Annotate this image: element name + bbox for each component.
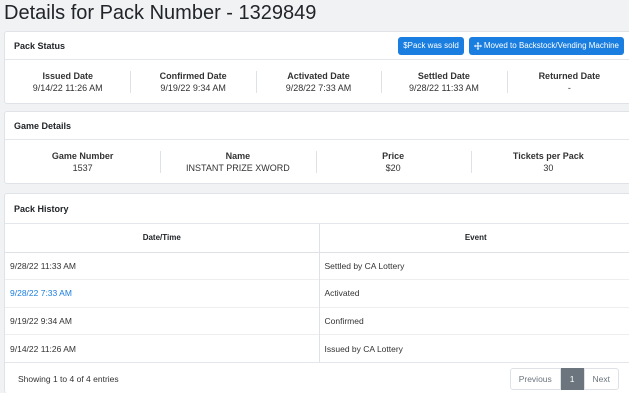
pack-status-card: Pack Status $Pack was sold Moved to Back… [4,31,629,104]
game-details-stats: Game Number 1537 Name INSTANT PRIZE XWOR… [5,140,629,184]
stat-label: Tickets per Pack [512,151,584,161]
pagination: Previous 1 Next [509,367,619,390]
column-header-event[interactable]: Event [318,224,629,253]
row-event: Confirmed [318,306,629,335]
table-row: 9/28/22 7:33 AM Activated [5,279,629,307]
stat-value: 1537 [72,163,93,173]
pack-sold-button[interactable]: $Pack was sold [398,36,464,55]
stat-value: 9/19/22 9:34 AM [160,83,226,93]
pack-history-table: Date/Time Event 9/28/22 11:33 AM Settled… [5,224,629,362]
stat-activated-date: Activated Date 9/28/22 7:33 AM [255,70,381,94]
pagination-page-1[interactable]: 1 [560,367,584,390]
stat-label: Issued Date [42,71,93,81]
move-to-backstock-button[interactable]: Moved to Backstock/Vending Machine [468,36,624,55]
stat-value: 30 [543,163,554,173]
stat-label: Returned Date [538,71,601,81]
stat-value: 9/14/22 11:26 AM [32,83,103,93]
stat-label: Activated Date [287,71,350,81]
table-header-row: Date/Time Event [5,224,629,253]
stat-returned-date: Returned Date - [506,70,629,94]
row-event: Activated [318,279,629,307]
stat-value: 9/28/22 7:33 AM [285,83,352,93]
pagination-next[interactable]: Next [583,367,619,390]
row-datetime: 9/28/22 11:33 AM [5,251,319,280]
table-row: 9/28/22 11:33 AM Settled by CA Lottery [5,251,629,280]
pack-status-stats: Issued Date 9/14/22 11:26 AM Confirmed D… [5,60,629,104]
stat-label: Game Number [51,151,114,161]
stat-label: Name [225,151,251,161]
arrows-move-icon [473,41,482,50]
row-datetime: 9/19/22 9:34 AM [5,306,319,335]
move-button-label: Moved to Backstock/Vending Machine [483,41,619,50]
pagination-previous[interactable]: Previous [509,367,561,390]
stat-tickets-per-pack: Tickets per Pack 30 [470,150,626,174]
table-footer: Showing 1 to 4 of 4 entries Previous 1 N… [5,362,629,393]
row-datetime-link[interactable]: 9/28/22 7:33 AM [5,279,319,307]
stat-value: 9/28/22 11:33 AM [408,83,479,93]
column-header-datetime[interactable]: Date/Time [5,224,319,253]
game-details-card: Game Details Game Number 1537 Name INSTA… [4,111,629,184]
game-details-header: Game Details [5,112,629,140]
pack-history-header: Pack History [5,194,629,224]
stat-game-number: Game Number 1537 [5,150,160,174]
stat-value: - [567,83,571,93]
pack-history-title: Pack History [14,203,69,214]
table-row: 9/14/22 11:26 AM Issued by CA Lottery [5,334,629,362]
table-row: 9/19/22 9:34 AM Confirmed [5,306,629,335]
stat-price: Price $20 [315,150,471,174]
stat-value: $20 [385,163,401,173]
row-datetime: 9/14/22 11:26 AM [5,334,319,362]
page-title: Details for Pack Number - 1329849 [4,2,317,24]
entries-info: Showing 1 to 4 of 4 entries [18,373,119,384]
row-event: Settled by CA Lottery [318,251,629,280]
stat-label: Confirmed Date [159,71,227,81]
stat-settled-date: Settled Date 9/28/22 11:33 AM [381,70,506,94]
game-details-title: Game Details [14,120,72,131]
pack-history-card: Pack History Date/Time Event 9/28/22 11:… [4,193,629,393]
stat-issued-date: Issued Date 9/14/22 11:26 AM [5,70,130,94]
stat-value: INSTANT PRIZE XWORD [186,163,290,173]
stat-label: Settled Date [417,71,470,81]
stat-game-name: Name INSTANT PRIZE XWORD [160,150,315,174]
stat-confirmed-date: Confirmed Date 9/19/22 9:34 AM [130,70,255,94]
pack-status-header: Pack Status $Pack was sold Moved to Back… [5,32,629,60]
stat-label: Price [382,151,405,161]
row-event: Issued by CA Lottery [318,334,629,362]
pack-status-title: Pack Status [14,40,66,51]
